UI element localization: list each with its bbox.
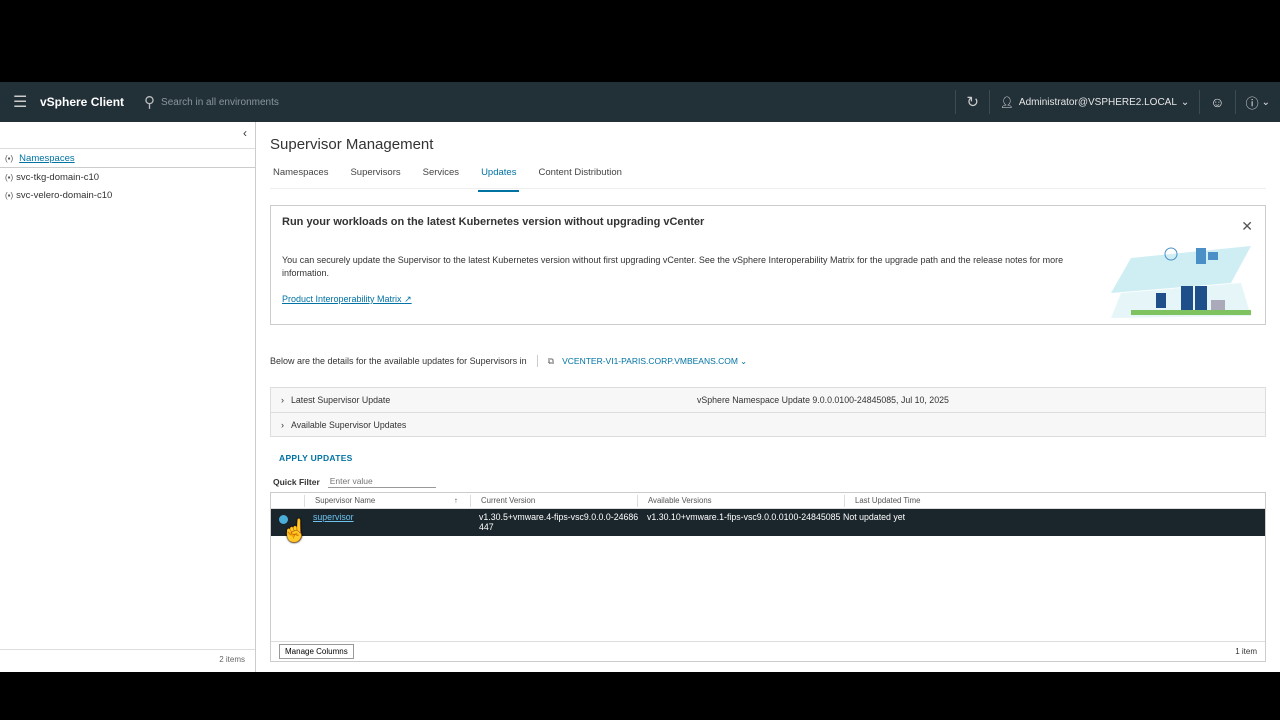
select-column	[271, 495, 304, 507]
info-banner: Run your workloads on the latest Kuberne…	[270, 205, 1266, 325]
column-header-available-versions[interactable]: Available Versions	[637, 494, 844, 507]
divider	[955, 90, 957, 114]
close-icon[interactable]: ✕	[1241, 218, 1253, 235]
vsphere-client-window: ☰ vSphere Client ⚲ Search in all environ…	[0, 82, 1280, 672]
sidebar-item-namespaces[interactable]: (▪) Namespaces	[0, 148, 255, 168]
sidebar-item-svc-velero[interactable]: (▪) svc-velero-domain-c10	[0, 186, 255, 204]
vcenter-dropdown[interactable]: VCENTER-VI1-PARIS.CORP.VMBEANS.COM	[562, 356, 738, 366]
quick-filter: Quick Filter	[273, 475, 1266, 488]
grid-header: Supervisor Name ↑ Current Version Availab…	[271, 493, 1265, 509]
divider	[536, 355, 538, 367]
supervisor-datagrid: Supervisor Name ↑ Current Version Availab…	[270, 492, 1266, 662]
divider	[0, 649, 255, 650]
sort-ascending-icon[interactable]: ↑	[454, 495, 458, 507]
chevron-right-icon[interactable]: ›	[281, 420, 284, 430]
banner-body: You can securely update the Supervisor t…	[282, 255, 1064, 278]
current-version-cell: v1.30.5+vmware.4-fips-vsc9.0.0.0-2468644…	[479, 512, 639, 532]
help-icon[interactable]: ⓘ	[1246, 93, 1259, 112]
tab-namespaces[interactable]: Namespaces	[270, 167, 339, 188]
grid-footer: Manage Columns 1 item	[271, 641, 1265, 661]
sidebar-item-svc-tkg[interactable]: (▪) svc-tkg-domain-c10	[0, 168, 255, 186]
column-header-current-version[interactable]: Current Version	[470, 494, 637, 507]
update-accordion: › Latest Supervisor Update vSphere Namespa…	[270, 387, 1266, 437]
search-icon: ⚲	[144, 94, 156, 111]
user-icon: 👤︎	[999, 96, 1014, 109]
grid-item-count: 1 item	[1235, 647, 1257, 656]
supervisor-name-cell: supervisor	[304, 512, 470, 536]
interoperability-matrix-link[interactable]: Product Interoperability Matrix ↗	[282, 294, 1254, 305]
namespace-icon: (▪)	[5, 190, 14, 200]
inventory-sidebar: ‹ (▪) Namespaces (▪) svc-tkg-domain-c10 (▪…	[0, 122, 256, 672]
panel-label: Available Supervisor Updates	[291, 419, 407, 430]
tab-content-distribution[interactable]: Content Distribution	[535, 167, 632, 188]
kubernetes-illustration	[1111, 246, 1251, 318]
namespace-icon: (▪)	[5, 153, 14, 163]
tab-updates[interactable]: Updates	[478, 167, 527, 192]
divider	[1234, 90, 1236, 114]
app-name[interactable]: vSphere Client	[40, 95, 124, 109]
page-title: Supervisor Management	[270, 136, 434, 153]
sidebar-item-count: 2 items	[219, 655, 245, 664]
quick-filter-input[interactable]	[327, 475, 436, 488]
chevron-down-icon[interactable]: ⌄	[1262, 97, 1270, 108]
panel-label: Latest Supervisor Update	[291, 395, 391, 405]
top-header: ☰ vSphere Client ⚲ Search in all environ…	[0, 82, 1280, 122]
details-text: Below are the details for the available …	[270, 356, 527, 366]
user-menu[interactable]: Administrator@VSPHERE2.LOCAL	[1019, 97, 1177, 108]
available-supervisor-updates-panel[interactable]: › Available Supervisor Updates	[271, 412, 1265, 436]
divider	[1199, 90, 1201, 114]
last-updated-cell: Not updated yet	[843, 512, 906, 522]
vcenter-icon: ⧉	[547, 355, 555, 366]
banner-title: Run your workloads on the latest Kuberne…	[282, 216, 705, 228]
available-versions-cell[interactable]: v1.30.10+vmware.1-fips-vsc9.0.0.0100-248…	[640, 512, 843, 536]
external-link-icon: ↗	[404, 294, 412, 304]
hamburger-menu-icon[interactable]: ☰	[13, 92, 27, 112]
main-content: Supervisor Management Namespaces Supervi…	[270, 122, 1266, 672]
sidebar-item-label: svc-velero-domain-c10	[16, 189, 113, 201]
tab-supervisors[interactable]: Supervisors	[347, 167, 411, 188]
column-header-supervisor-name[interactable]: Supervisor Name ↑	[304, 494, 470, 507]
collapse-sidebar-icon[interactable]: ‹	[243, 126, 247, 140]
divider	[988, 90, 990, 114]
sidebar-item-label: svc-tkg-domain-c10	[16, 171, 100, 183]
row-select-cell: ☝	[271, 512, 308, 543]
chevron-down-icon[interactable]: ⌄	[740, 356, 747, 367]
search-input[interactable]: Search in all environments	[161, 97, 279, 108]
link-label[interactable]: Product Interoperability Matrix	[282, 294, 402, 304]
quick-filter-label: Quick Filter	[273, 476, 320, 487]
tab-services[interactable]: Services	[420, 167, 470, 188]
tab-bar: Namespaces Supervisors Services Updates …	[270, 167, 1266, 192]
latest-supervisor-update-panel[interactable]: › Latest Supervisor Update vSphere Namespa…	[271, 388, 1265, 412]
manage-columns-button[interactable]: Manage Columns	[279, 644, 354, 659]
vcenter-selector-row: Below are the details for the available …	[270, 355, 1266, 367]
namespace-icon: (▪)	[5, 172, 14, 182]
column-header-last-updated[interactable]: Last Updated Time	[844, 494, 1044, 507]
feedback-smiley-icon[interactable]: ☺	[1210, 94, 1224, 110]
supervisor-link[interactable]: supervisor	[304, 512, 354, 522]
chevron-right-icon[interactable]: ›	[281, 395, 284, 405]
refresh-icon[interactable]: ↻	[966, 93, 979, 111]
apply-updates-button[interactable]: APPLY UPDATES	[279, 453, 1266, 463]
latest-update-value: vSphere Namespace Update 9.0.0.0100-2484…	[697, 395, 949, 405]
table-row[interactable]: ☝ supervisor v1.30.5+vmware.4-fips-vsc9.…	[271, 509, 1265, 543]
chevron-down-icon[interactable]: ⌄	[1181, 97, 1189, 108]
sidebar-item-label[interactable]: Namespaces	[19, 153, 74, 164]
column-label: Supervisor Name	[315, 495, 376, 505]
global-search[interactable]: ⚲ Search in all environments	[144, 93, 279, 111]
